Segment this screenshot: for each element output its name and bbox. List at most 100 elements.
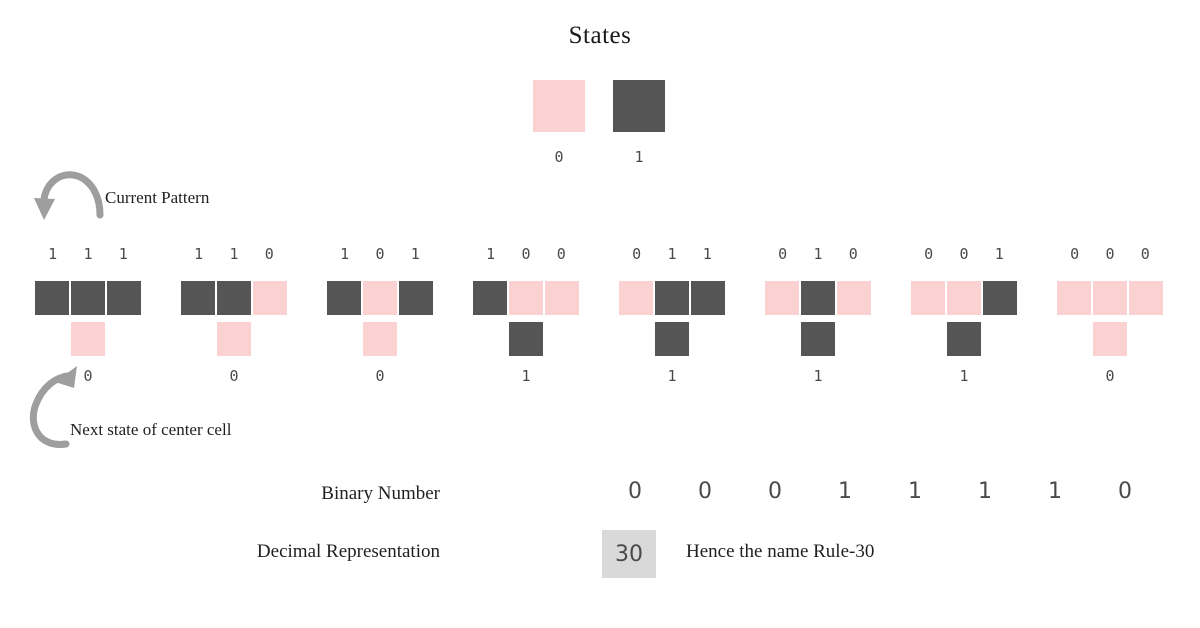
rule-pattern-cell	[691, 281, 725, 315]
binary-digit: 1	[1048, 479, 1062, 504]
rule-pattern-cells	[911, 281, 1017, 315]
rule-pattern-digit: 1	[667, 245, 677, 263]
binary-digit: 1	[838, 479, 852, 504]
rule-pattern-digit: 0	[848, 245, 858, 263]
rule-result-cell	[363, 322, 397, 356]
rule-pattern-digit: 0	[264, 245, 274, 263]
rule-result-cell	[655, 322, 689, 356]
states-legend: 0 1	[533, 80, 673, 180]
decimal-representation-row: Decimal Representation 30 Hence the name…	[0, 530, 1200, 578]
rule-result-cell-wrap	[1093, 322, 1127, 356]
rule-result-digit: 1	[813, 367, 823, 385]
rule-pattern-digit: 1	[229, 245, 239, 263]
rule-pattern-digits: 0 0 1	[911, 245, 1017, 267]
rule-pattern-digits: 1 0 1	[327, 245, 433, 267]
rule-result-cell	[509, 322, 543, 356]
rule-pattern-digit: 1	[340, 245, 350, 263]
binary-digit: 1	[978, 479, 992, 504]
rule-pattern-cell	[327, 281, 361, 315]
rule-result-digit: 1	[959, 367, 969, 385]
rule-group: 1 0 0 1	[473, 245, 579, 390]
rule-pattern-digit: 1	[813, 245, 823, 263]
rule-pattern-cells	[327, 281, 433, 315]
rule-result-digit: 0	[83, 367, 93, 385]
rule-pattern-cells	[765, 281, 871, 315]
rule-group: 1 1 0 0	[181, 245, 287, 390]
binary-number-row: Binary Number 0 0 0 1 1 1 1 0	[0, 479, 1200, 513]
state-one-swatch	[613, 80, 665, 132]
rule-pattern-cell	[217, 281, 251, 315]
rule-result-cell	[947, 322, 981, 356]
rule-group: 0 1 0 1	[765, 245, 871, 390]
rule-result-digit: 1	[667, 367, 677, 385]
rule-result-digit: 0	[1105, 367, 1115, 385]
rule-pattern-digit: 1	[48, 245, 58, 263]
rule-group: 0 0 0 0	[1057, 245, 1163, 390]
state-one-label: 1	[634, 148, 644, 166]
rule-pattern-digit: 1	[83, 245, 93, 263]
rule-result-cell-wrap	[363, 322, 397, 356]
rule-pattern-digit: 0	[1140, 245, 1150, 263]
binary-number-label: Binary Number	[321, 483, 440, 504]
rule-result-cell	[217, 322, 251, 356]
rule-result-cell-wrap	[509, 322, 543, 356]
rule-pattern-cell	[509, 281, 543, 315]
rule-pattern-digit: 1	[486, 245, 496, 263]
rule-pattern-digit: 0	[632, 245, 642, 263]
state-zero-swatch	[533, 80, 585, 132]
rule-pattern-digits: 0 1 1	[619, 245, 725, 267]
rule-pattern-cell	[911, 281, 945, 315]
rule-pattern-cell	[473, 281, 507, 315]
rule-pattern-cell	[837, 281, 871, 315]
rule-pattern-digit: 1	[994, 245, 1004, 263]
page-title: States	[568, 22, 632, 49]
rule-result-cell	[1093, 322, 1127, 356]
rule-pattern-cell	[765, 281, 799, 315]
rule-pattern-cell	[399, 281, 433, 315]
rule-pattern-digit: 1	[194, 245, 204, 263]
rule-pattern-cell	[619, 281, 653, 315]
rule-pattern-digits: 0 1 0	[765, 245, 871, 267]
decimal-note: Hence the name Rule-30	[686, 541, 875, 562]
rule-pattern-digit: 0	[959, 245, 969, 263]
binary-digit: 0	[698, 479, 712, 504]
binary-digit: 0	[1118, 479, 1132, 504]
rule-group: 0 0 1 1	[911, 245, 1017, 390]
state-zero-label: 0	[554, 148, 564, 166]
rule-pattern-cell	[35, 281, 69, 315]
curved-arrow-down-left-icon	[34, 171, 104, 220]
rule-result-cell-wrap	[801, 322, 835, 356]
rule-pattern-cell	[983, 281, 1017, 315]
binary-number-digits: 0 0 0 1 1 1 1 0	[600, 479, 1160, 504]
rule-result-digit: 0	[229, 367, 239, 385]
annotation-current-pattern: Current Pattern	[105, 188, 210, 207]
diagram-canvas: States 0 1 Current Pattern Next state of…	[0, 0, 1200, 628]
rule-result-cell-wrap	[655, 322, 689, 356]
rule-pattern-cell	[801, 281, 835, 315]
annotation-next-state: Next state of center cell	[70, 420, 232, 439]
rule-pattern-digit: 0	[1105, 245, 1115, 263]
rule-pattern-cells	[181, 281, 287, 315]
rule-pattern-digit: 0	[1070, 245, 1080, 263]
rule-pattern-cells	[473, 281, 579, 315]
rule-group: 1 1 1 0	[35, 245, 141, 390]
rule-pattern-cell	[1057, 281, 1091, 315]
binary-digit: 1	[908, 479, 922, 504]
rule-pattern-cell	[1093, 281, 1127, 315]
rule-pattern-digit: 0	[375, 245, 385, 263]
rule-pattern-digit: 0	[556, 245, 566, 263]
rule-pattern-cell	[947, 281, 981, 315]
rule-pattern-digit: 1	[410, 245, 420, 263]
rule-pattern-digit: 1	[702, 245, 712, 263]
binary-digit: 0	[628, 479, 642, 504]
rule-pattern-cell	[181, 281, 215, 315]
rule-pattern-cell	[107, 281, 141, 315]
rule-pattern-cell	[1129, 281, 1163, 315]
rule-group: 1 0 1 0	[327, 245, 433, 390]
rule-result-cell	[71, 322, 105, 356]
decimal-representation-label: Decimal Representation	[256, 541, 440, 562]
rule-pattern-digit: 0	[778, 245, 788, 263]
rule-pattern-digit: 1	[118, 245, 128, 263]
rule-result-cell-wrap	[71, 322, 105, 356]
legend-item-state-one: 1	[613, 80, 665, 166]
